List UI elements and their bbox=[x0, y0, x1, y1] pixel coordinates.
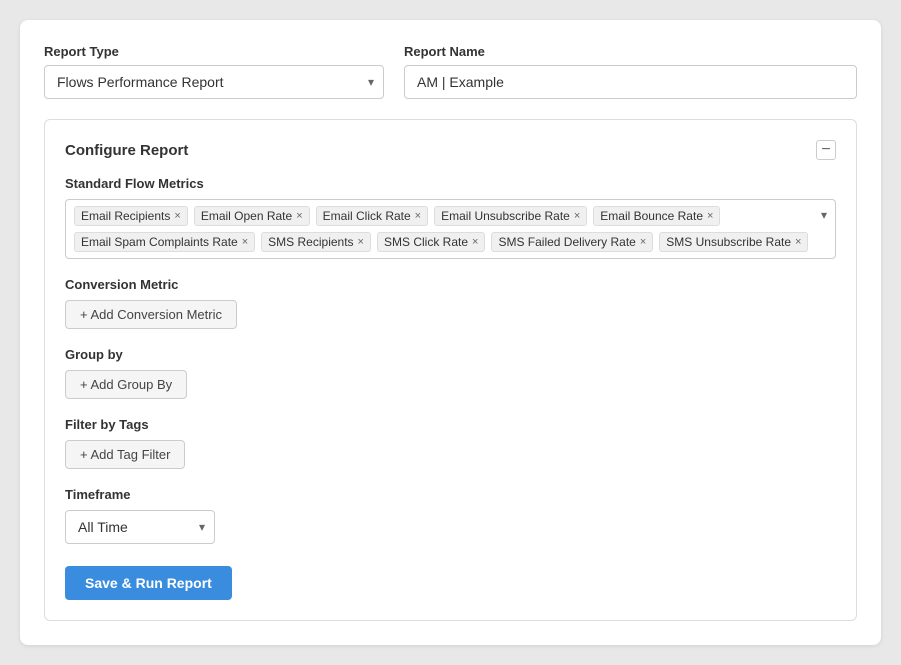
close-icon[interactable]: × bbox=[174, 211, 180, 222]
save-run-report-button[interactable]: Save & Run Report bbox=[65, 566, 232, 600]
close-icon[interactable]: × bbox=[472, 237, 478, 248]
close-icon[interactable]: × bbox=[415, 211, 421, 222]
add-tag-filter-button[interactable]: + Add Tag Filter bbox=[65, 440, 185, 469]
list-item: Email Recipients× bbox=[74, 206, 188, 226]
timeframe-select[interactable]: All TimeLast 7 DaysLast 30 DaysLast 90 D… bbox=[65, 510, 215, 544]
report-name-label: Report Name bbox=[404, 44, 857, 59]
report-type-select-wrapper: Flows Performance Report ▾ bbox=[44, 65, 384, 99]
conversion-metric-label: Conversion Metric bbox=[65, 277, 836, 292]
close-icon[interactable]: × bbox=[795, 237, 801, 248]
report-name-input[interactable] bbox=[404, 65, 857, 99]
tags-chevron-icon: ▾ bbox=[821, 208, 827, 222]
list-item: SMS Click Rate× bbox=[377, 232, 485, 252]
configure-title: Configure Report bbox=[65, 142, 188, 159]
add-group-by-button[interactable]: + Add Group By bbox=[65, 370, 187, 399]
configure-section: Configure Report − Standard Flow Metrics… bbox=[44, 119, 857, 621]
standard-metrics-label: Standard Flow Metrics bbox=[65, 176, 836, 191]
list-item: Email Spam Complaints Rate× bbox=[74, 232, 255, 252]
report-name-group: Report Name bbox=[404, 44, 857, 99]
report-type-label: Report Type bbox=[44, 44, 384, 59]
group-by-label: Group by bbox=[65, 347, 836, 362]
report-type-select[interactable]: Flows Performance Report bbox=[44, 65, 384, 99]
close-icon[interactable]: × bbox=[640, 237, 646, 248]
standard-metrics-block: Standard Flow Metrics Email Recipients×E… bbox=[65, 176, 836, 259]
timeframe-block: Timeframe All TimeLast 7 DaysLast 30 Day… bbox=[65, 487, 836, 544]
timeframe-label: Timeframe bbox=[65, 487, 836, 502]
page-container: Report Type Flows Performance Report ▾ R… bbox=[20, 20, 881, 645]
close-icon[interactable]: × bbox=[242, 237, 248, 248]
timeframe-select-wrapper: All TimeLast 7 DaysLast 30 DaysLast 90 D… bbox=[65, 510, 215, 544]
list-item: Email Unsubscribe Rate× bbox=[434, 206, 587, 226]
list-item: Email Open Rate× bbox=[194, 206, 310, 226]
tags-container: Email Recipients× Email Open Rate× Email C… bbox=[65, 199, 836, 259]
list-item: Email Click Rate× bbox=[316, 206, 428, 226]
top-row: Report Type Flows Performance Report ▾ R… bbox=[44, 44, 857, 99]
filter-tags-block: Filter by Tags + Add Tag Filter bbox=[65, 417, 836, 469]
add-conversion-metric-button[interactable]: + Add Conversion Metric bbox=[65, 300, 237, 329]
list-item: SMS Unsubscribe Rate× bbox=[659, 232, 808, 252]
group-by-block: Group by + Add Group By bbox=[65, 347, 836, 399]
filter-tags-label: Filter by Tags bbox=[65, 417, 836, 432]
close-icon[interactable]: × bbox=[296, 211, 302, 222]
configure-header: Configure Report − bbox=[65, 140, 836, 160]
close-icon[interactable]: × bbox=[707, 211, 713, 222]
list-item: Email Bounce Rate× bbox=[593, 206, 720, 226]
conversion-metric-block: Conversion Metric + Add Conversion Metri… bbox=[65, 277, 836, 329]
collapse-icon[interactable]: − bbox=[816, 140, 836, 160]
report-type-group: Report Type Flows Performance Report ▾ bbox=[44, 44, 384, 99]
close-icon[interactable]: × bbox=[358, 237, 364, 248]
list-item: SMS Recipients× bbox=[261, 232, 371, 252]
list-item: SMS Failed Delivery Rate× bbox=[491, 232, 653, 252]
close-icon[interactable]: × bbox=[574, 211, 580, 222]
